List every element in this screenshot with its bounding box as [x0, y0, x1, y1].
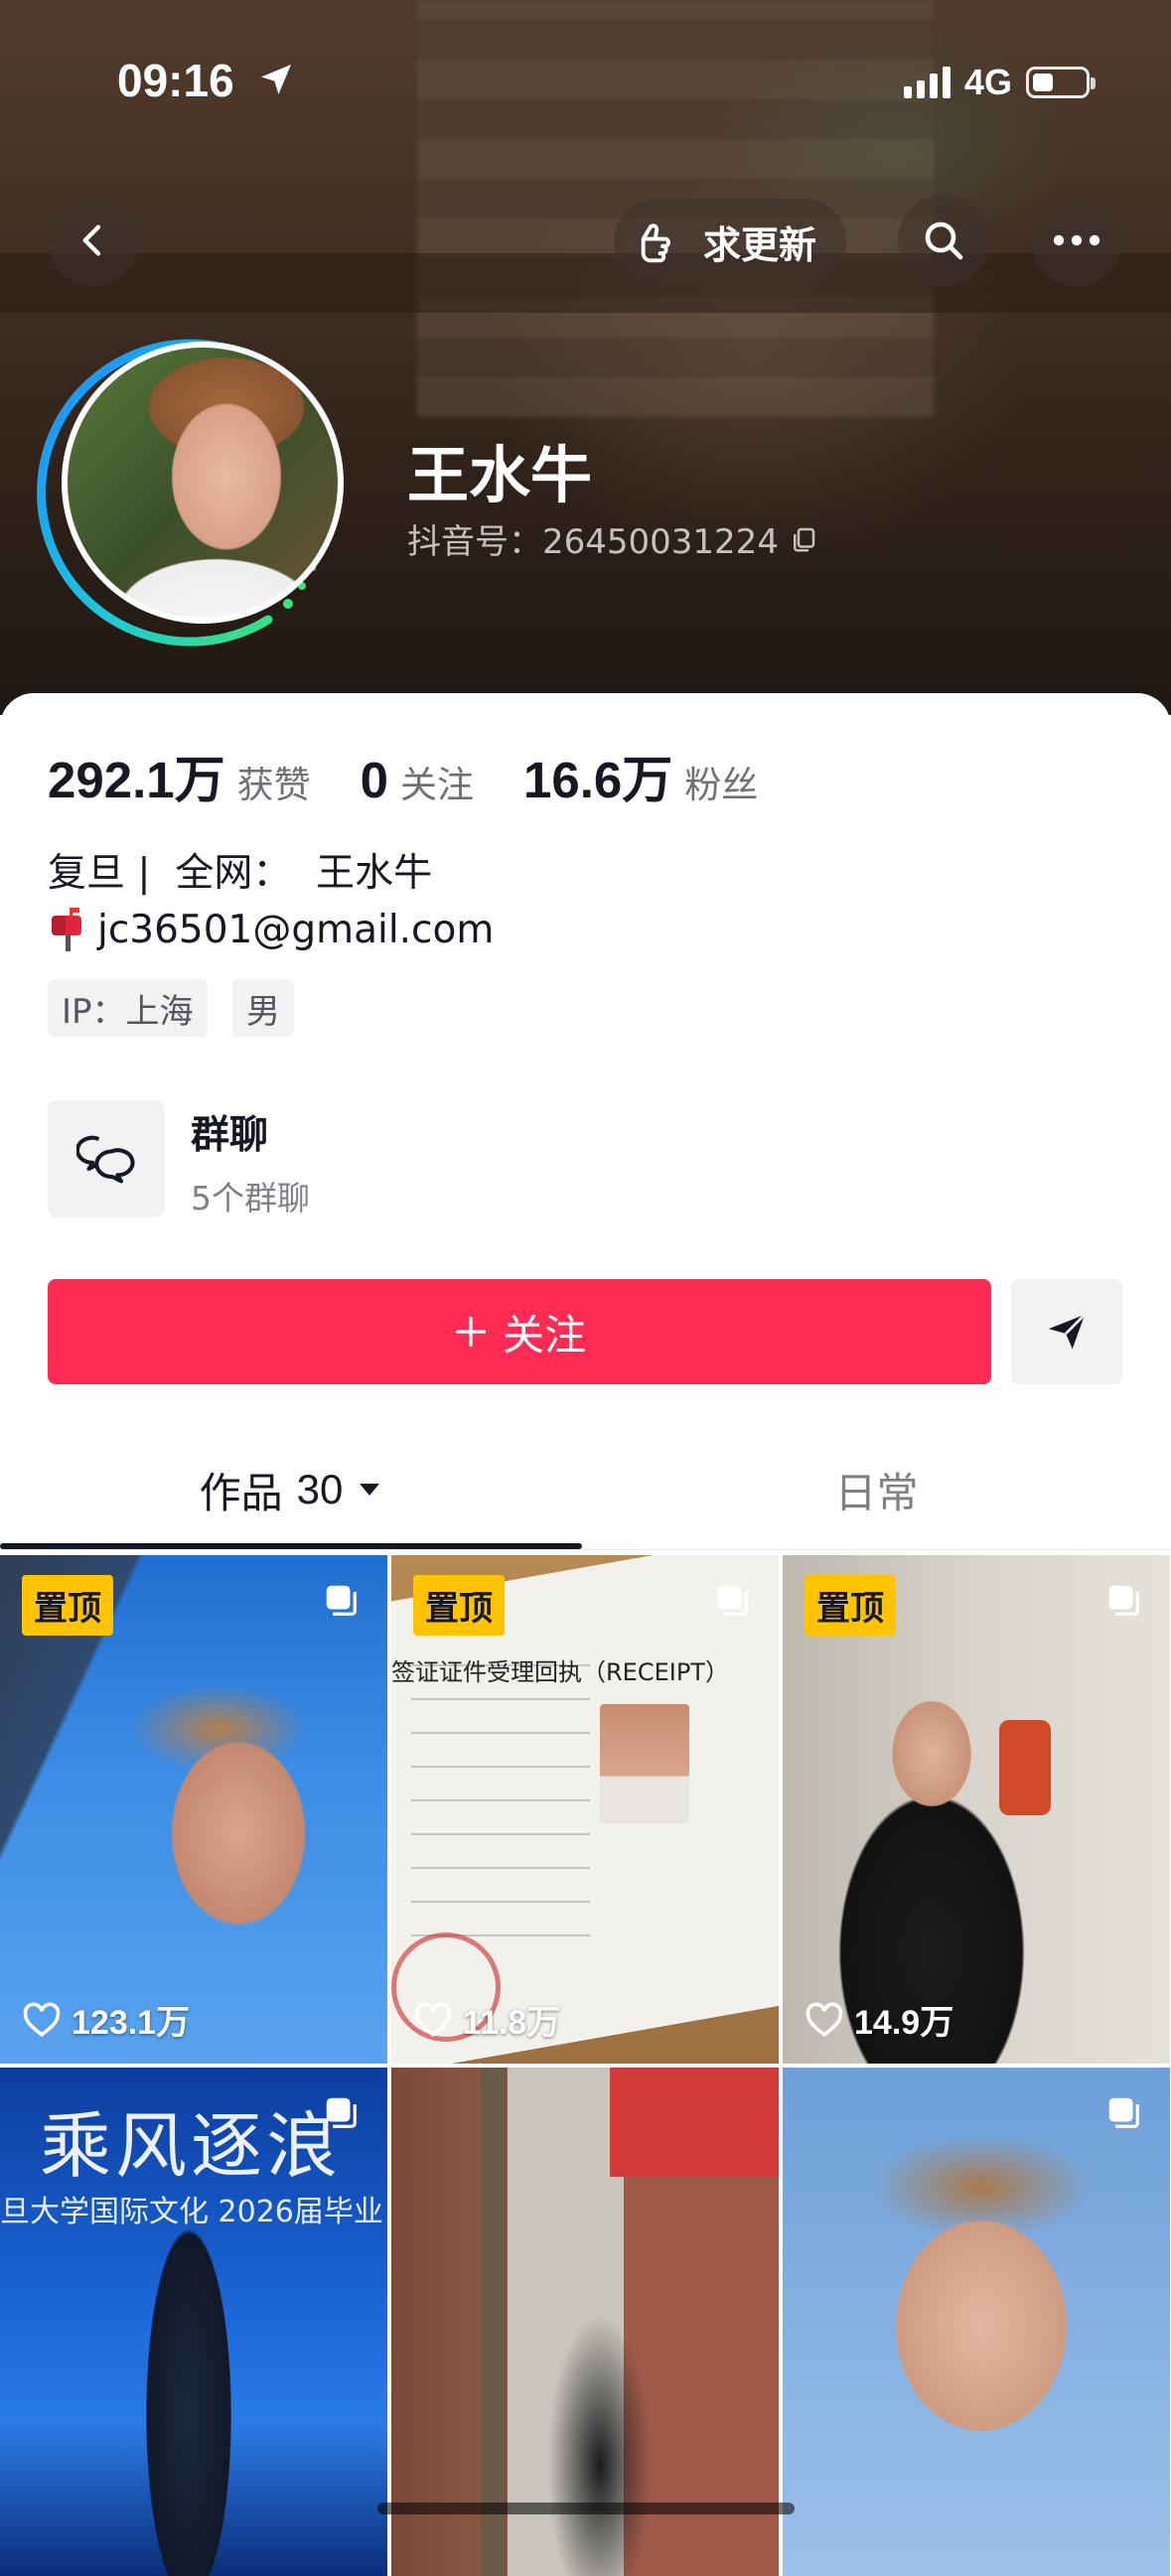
video-tile[interactable]: 签证证件受理回执（RECEIPT） 置顶 11.8万 — [391, 1555, 779, 2064]
chat-bubbles-icon — [76, 1135, 135, 1184]
pinned-badge: 置顶 — [805, 1575, 896, 1636]
like-count-number: 123.1 — [72, 2004, 157, 2042]
like-count-number: 14.9 — [854, 2004, 921, 2042]
tab-works-label: 作品 — [199, 1468, 283, 1517]
heart-outline-icon — [23, 2002, 61, 2037]
red-sign-in-photo — [610, 2068, 779, 2177]
tile-banner-title: 乘风逐浪 — [40, 2104, 343, 2188]
video-tile[interactable] — [783, 2068, 1170, 2576]
copy-icon[interactable] — [789, 524, 818, 554]
document-title: 签证证件受理回执（RECEIPT） — [391, 1658, 729, 1686]
bio-line-1: 复旦 | 全网： 王水牛 — [48, 851, 433, 896]
stat-followers-label[interactable]: 粉丝 — [684, 755, 758, 808]
request-update-label: 求更新 — [703, 222, 817, 267]
stat-following-value[interactable]: 0 — [361, 751, 388, 809]
tab-divider — [0, 1549, 1171, 1550]
group-chat-icon-box[interactable] — [48, 1100, 165, 1217]
multi-image-icon — [1108, 2097, 1139, 2128]
postbox-icon — [52, 908, 81, 951]
group-chat-title: 群聊 — [191, 1113, 269, 1158]
like-count-unit: 万 — [526, 2003, 561, 2043]
pinned-badge: 置顶 — [22, 1575, 113, 1636]
ip-location-tag: IP：上海 — [48, 979, 208, 1037]
douyin-id: 抖音号：26450031224 — [407, 522, 779, 562]
like-count: 14.9万 — [805, 1995, 953, 2044]
home-indicator[interactable] — [377, 2503, 795, 2514]
like-count-unit: 万 — [156, 2003, 191, 2043]
tab-daily-label: 日常 — [834, 1468, 919, 1517]
heart-outline-icon — [414, 2002, 452, 2037]
search-button[interactable] — [898, 195, 989, 286]
like-count: 123.1万 — [22, 1995, 190, 2044]
battery-icon — [1026, 67, 1096, 98]
tab-works-count: 30 — [296, 1466, 344, 1512]
heart-outline-icon — [805, 2002, 843, 2037]
hand-point-icon — [641, 223, 670, 263]
status-right: 4G — [903, 62, 1096, 103]
network-type: 4G — [963, 62, 1012, 102]
follow-label: 关注 — [502, 1310, 586, 1360]
douyin-id-row[interactable]: 抖音号：26450031224 — [407, 514, 818, 563]
tab-daily[interactable]: 日常 — [582, 1430, 1171, 1549]
phone-in-photo — [999, 1720, 1051, 1815]
document-lines — [411, 1664, 590, 1962]
profile-name: 王水牛 — [407, 439, 593, 511]
caret-down-icon[interactable] — [357, 1480, 382, 1500]
like-count-number: 11.8 — [463, 2004, 527, 2042]
video-tile[interactable]: 乘风逐浪 旦大学国际文化 2026届毕业 — [0, 2068, 387, 2576]
tile-banner-subtitle: 旦大学国际文化 2026届毕业 — [0, 2195, 383, 2229]
pillar-in-photo — [481, 2068, 507, 2576]
like-count-unit: 万 — [920, 2003, 954, 2043]
stat-followers-value[interactable]: 16.6万 — [523, 739, 672, 812]
multi-image-icon — [1108, 1585, 1139, 1616]
search-icon — [925, 221, 963, 260]
status-time: 09:16 — [117, 55, 234, 106]
multi-image-icon — [326, 2097, 357, 2128]
document-photo — [600, 1704, 689, 1823]
request-update-button[interactable]: 求更新 — [614, 199, 847, 284]
plus-icon — [455, 1316, 487, 1348]
follow-button[interactable]: 关注 — [48, 1279, 991, 1384]
bio-email: jc36501@gmail.com — [97, 907, 495, 952]
multi-image-icon — [717, 1585, 748, 1616]
video-tile[interactable]: 置顶 123.1万 — [0, 1555, 387, 2064]
more-button[interactable] — [1031, 195, 1122, 286]
paper-plane-icon — [1048, 1313, 1087, 1350]
like-count: 11.8万 — [413, 1995, 560, 2044]
pinned-badge: 置顶 — [413, 1575, 505, 1636]
stat-following-label[interactable]: 关注 — [400, 755, 474, 808]
tab-works[interactable]: 作品 30 — [0, 1430, 582, 1549]
back-button[interactable] — [48, 195, 139, 286]
bio-email-row: jc36501@gmail.com — [48, 906, 494, 953]
gender-tag: 男 — [232, 979, 294, 1037]
stat-likes-value: 292.1万 — [48, 752, 225, 808]
profile-stats: 292.1万 获赞 0 关注 16.6万 粉丝 — [48, 739, 807, 812]
group-chat-count: 5个群聊 — [191, 1179, 310, 1217]
cellular-signal-icon — [903, 67, 951, 98]
location-arrow-icon — [261, 65, 291, 94]
avatar[interactable] — [62, 342, 344, 624]
more-dots-icon — [1053, 234, 1100, 246]
send-message-button[interactable] — [1011, 1279, 1122, 1384]
multi-image-icon — [326, 1585, 357, 1616]
video-tile[interactable]: 置顶 14.9万 — [783, 1555, 1170, 2064]
stat-likes-label: 获赞 — [236, 764, 311, 806]
video-tile[interactable] — [391, 2068, 779, 2576]
chevron-left-icon — [82, 224, 101, 256]
